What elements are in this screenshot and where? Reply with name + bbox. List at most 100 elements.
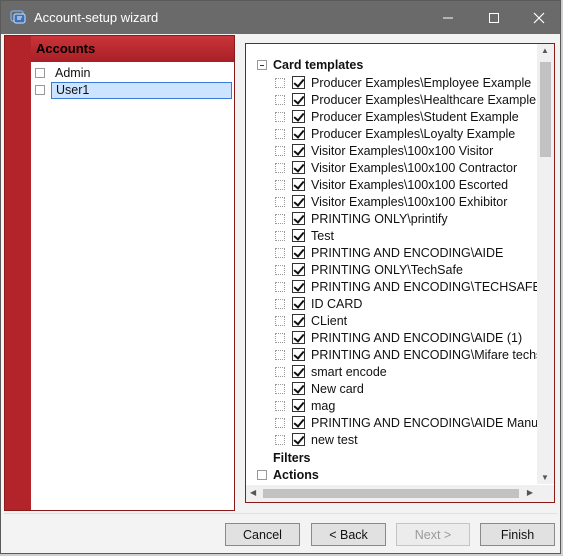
expand-icon[interactable] — [35, 68, 45, 78]
expand-icon[interactable] — [275, 298, 285, 309]
expand-icon[interactable] — [275, 264, 285, 275]
template-label: Producer Examples\Student Example — [311, 109, 519, 124]
template-checkbox[interactable] — [292, 178, 305, 191]
horizontal-scrollbar[interactable]: ◀ ▶ — [246, 485, 537, 502]
template-checkbox[interactable] — [292, 348, 305, 361]
template-checkbox[interactable] — [292, 161, 305, 174]
expand-icon[interactable] — [275, 332, 285, 343]
template-checkbox[interactable] — [292, 314, 305, 327]
template-checkbox[interactable] — [292, 76, 305, 89]
scroll-right-icon[interactable]: ▶ — [527, 488, 533, 497]
expand-icon[interactable] — [275, 213, 285, 224]
template-checkbox[interactable] — [292, 93, 305, 106]
template-checkbox[interactable] — [292, 382, 305, 395]
expand-icon[interactable] — [275, 111, 285, 122]
scroll-thumb[interactable] — [540, 62, 551, 157]
template-item[interactable]: Visitor Examples\100x100 Escorted — [275, 176, 508, 193]
template-item[interactable]: Producer Examples\Healthcare Example — [275, 91, 536, 108]
scroll-thumb[interactable] — [263, 489, 519, 498]
expand-icon[interactable] — [275, 162, 285, 173]
scroll-up-icon[interactable]: ▲ — [541, 46, 549, 55]
template-item[interactable]: Producer Examples\Student Example — [275, 108, 519, 125]
template-item[interactable]: Visitor Examples\100x100 Contractor — [275, 159, 517, 176]
template-checkbox[interactable] — [292, 297, 305, 310]
group-card-templates[interactable]: Card templates — [257, 56, 363, 73]
vertical-scrollbar[interactable]: ▲ ▼ — [537, 44, 554, 484]
template-item[interactable]: smart encode — [275, 363, 387, 380]
expand-icon[interactable] — [275, 281, 285, 292]
account-item-user1[interactable]: User1 — [35, 81, 232, 99]
wizard-window: Account-setup wizard Accounts Admin User… — [0, 0, 561, 554]
maximize-button[interactable] — [471, 1, 517, 34]
template-item[interactable]: Visitor Examples\100x100 Exhibitor — [275, 193, 507, 210]
template-checkbox[interactable] — [292, 195, 305, 208]
expand-icon[interactable] — [275, 315, 285, 326]
template-checkbox[interactable] — [292, 433, 305, 446]
template-item[interactable]: PRINTING AND ENCODING\Mifare techsafe — [275, 346, 537, 363]
template-label: Visitor Examples\100x100 Contractor — [311, 160, 518, 175]
close-button[interactable] — [516, 1, 562, 34]
template-checkbox[interactable] — [292, 110, 305, 123]
template-checkbox[interactable] — [292, 280, 305, 293]
permissions-tree: Card templates Producer Examples\Employe… — [246, 44, 537, 484]
expand-icon[interactable] — [275, 247, 285, 258]
template-item[interactable]: CLient — [275, 312, 347, 329]
back-button[interactable]: < Back — [311, 523, 386, 546]
expand-icon[interactable] — [275, 77, 285, 88]
template-item[interactable]: PRINTING AND ENCODING\AIDE Manual — [275, 414, 537, 431]
group-actions[interactable]: Actions — [257, 466, 319, 483]
finish-button[interactable]: Finish — [480, 523, 555, 546]
expand-icon[interactable] — [275, 349, 285, 360]
minimize-button[interactable] — [425, 1, 471, 34]
template-checkbox[interactable] — [292, 365, 305, 378]
template-item[interactable]: Producer Examples\Loyalty Example — [275, 125, 515, 142]
template-item[interactable]: PRINTING ONLY\printify — [275, 210, 448, 227]
template-checkbox[interactable] — [292, 263, 305, 276]
account-label[interactable]: Admin — [51, 65, 94, 81]
expand-icon[interactable] — [275, 128, 285, 139]
window-title: Account-setup wizard — [34, 10, 159, 25]
group-filters[interactable]: Filters — [257, 449, 311, 466]
cancel-button[interactable]: Cancel — [225, 523, 300, 546]
template-item[interactable]: New card — [275, 380, 364, 397]
template-label: PRINTING AND ENCODING\AIDE — [311, 245, 504, 260]
expand-icon[interactable] — [275, 196, 285, 207]
expand-icon[interactable] — [275, 179, 285, 190]
title-bar: Account-setup wizard — [1, 1, 560, 34]
expand-icon[interactable] — [275, 366, 285, 377]
scroll-down-icon[interactable]: ▼ — [541, 473, 549, 482]
expand-icon[interactable] — [275, 383, 285, 394]
template-checkbox[interactable] — [292, 331, 305, 344]
template-checkbox[interactable] — [292, 127, 305, 140]
template-item[interactable]: new test — [275, 431, 358, 448]
template-item[interactable]: ID CARD — [275, 295, 362, 312]
account-label[interactable]: User1 — [51, 81, 232, 99]
next-button[interactable]: Next > — [396, 523, 470, 546]
template-item[interactable]: PRINTING ONLY\TechSafe — [275, 261, 463, 278]
collapse-icon[interactable] — [257, 59, 267, 70]
expand-icon[interactable] — [275, 230, 285, 241]
template-checkbox[interactable] — [292, 399, 305, 412]
expand-icon[interactable] — [275, 400, 285, 411]
template-checkbox[interactable] — [292, 246, 305, 259]
expand-icon[interactable] — [275, 417, 285, 428]
template-checkbox[interactable] — [292, 144, 305, 157]
expand-icon[interactable] — [275, 434, 285, 445]
expand-icon[interactable] — [35, 85, 45, 95]
template-checkbox[interactable] — [292, 212, 305, 225]
expand-icon[interactable] — [275, 145, 285, 156]
template-label: PRINTING AND ENCODING\AIDE (1) — [311, 330, 523, 345]
template-checkbox[interactable] — [292, 229, 305, 242]
expand-icon[interactable] — [257, 469, 267, 480]
template-item[interactable]: PRINTING AND ENCODING\AIDE (1) — [275, 329, 522, 346]
scroll-left-icon[interactable]: ◀ — [250, 488, 256, 497]
template-item[interactable]: Producer Examples\Employee Example — [275, 74, 531, 91]
template-item[interactable]: PRINTING AND ENCODING\AIDE — [275, 244, 503, 261]
template-item[interactable]: Test — [275, 227, 334, 244]
template-item[interactable]: mag — [275, 397, 335, 414]
template-item[interactable]: Visitor Examples\100x100 Visitor — [275, 142, 493, 159]
template-checkbox[interactable] — [292, 416, 305, 429]
expand-icon[interactable] — [275, 94, 285, 105]
template-item[interactable]: PRINTING AND ENCODING\TECHSAFE — [275, 278, 537, 295]
account-item-admin[interactable]: Admin — [35, 64, 94, 82]
